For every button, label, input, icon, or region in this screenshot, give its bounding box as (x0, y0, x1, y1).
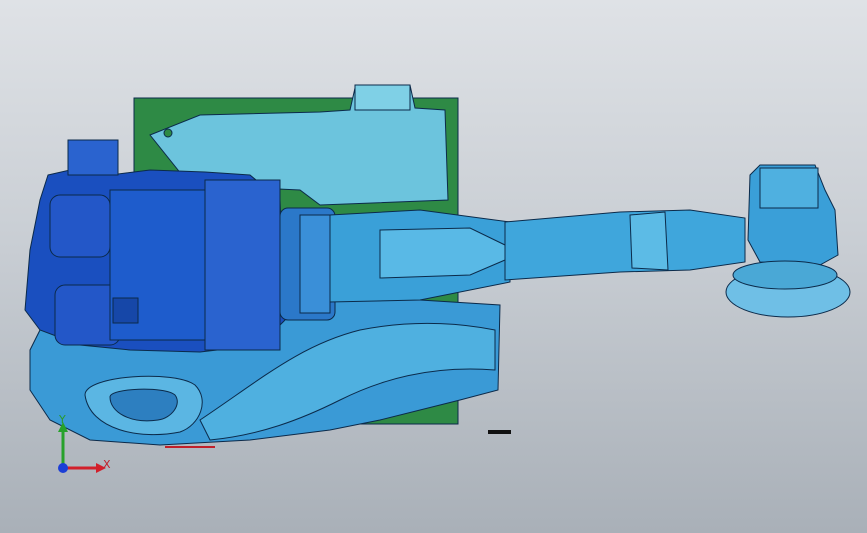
robot-arm-model[interactable] (0, 0, 867, 533)
flange-block (204, 179, 281, 351)
arm-bulge (629, 211, 669, 271)
scale-marker (488, 430, 511, 434)
motor-cylinder-1 (49, 194, 111, 258)
axis-x-label: X (103, 458, 111, 471)
graphics-viewport[interactable]: X Y (0, 0, 867, 533)
top-cap (354, 84, 411, 111)
long-arm (504, 209, 746, 281)
motor-top-box (67, 139, 119, 176)
end-flange-top (732, 260, 838, 290)
joint-ring-inner (299, 214, 331, 314)
wrist-cap (759, 167, 819, 209)
axis-y-label: Y (59, 413, 66, 426)
motor-square (112, 297, 139, 324)
upper-bolt (163, 128, 173, 138)
